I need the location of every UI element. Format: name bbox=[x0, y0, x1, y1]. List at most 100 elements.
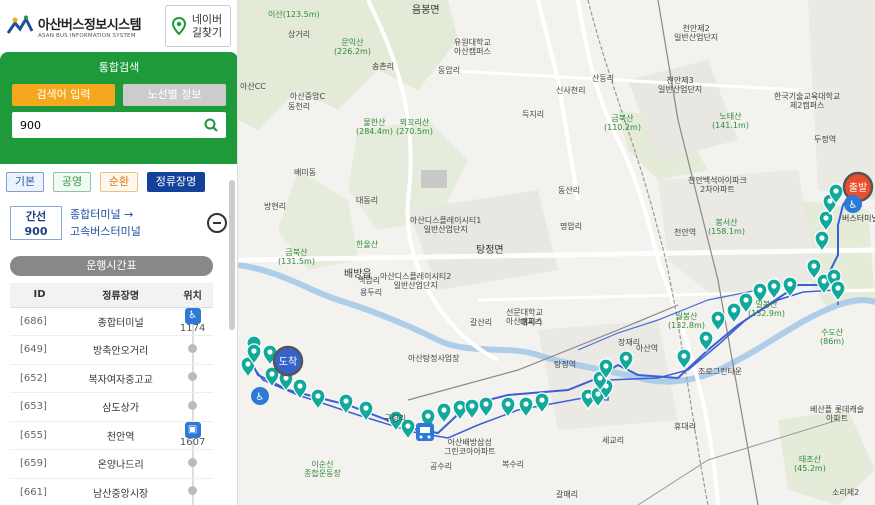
route-direction[interactable]: 종합터미널 → 고속버스터미널 bbox=[70, 206, 199, 240]
filter-stop-name[interactable]: 정류장명 bbox=[147, 172, 205, 192]
map-label: 천안역 bbox=[674, 228, 697, 237]
search-field bbox=[12, 112, 226, 138]
map-label: 천안백석아이파크 2차아파트 bbox=[688, 176, 747, 194]
svg-text:♿: ♿ bbox=[256, 392, 265, 403]
map-label: 음봉면 bbox=[412, 5, 440, 16]
stop-id: [659] bbox=[10, 449, 70, 479]
map-view[interactable]: 출발 도착 ♿ ♿ 버스터미널 bbox=[238, 0, 875, 505]
tab-route-info[interactable]: 노선별 정보 bbox=[123, 84, 226, 106]
stop-position bbox=[172, 449, 213, 479]
route-to: 고속버스터미널 bbox=[70, 225, 141, 238]
collapse-icon[interactable] bbox=[207, 213, 227, 233]
map-label: 두정역 bbox=[814, 135, 837, 144]
svg-text:♿: ♿ bbox=[849, 200, 858, 211]
stop-position: ▣ 1607 bbox=[172, 421, 213, 450]
bus-icon[interactable] bbox=[416, 423, 434, 441]
timetable-button[interactable]: 운행시간표 bbox=[10, 256, 213, 276]
table-row[interactable]: [659] 온양나드리 bbox=[10, 449, 213, 479]
wheelchair-icon: ♿ bbox=[844, 195, 862, 213]
stop-position: ♿ 1174 bbox=[172, 307, 213, 336]
column-header-stop-name: 정류장명 bbox=[69, 283, 173, 308]
map-label: 조로그린타운 bbox=[698, 367, 743, 376]
stop-position bbox=[172, 335, 213, 365]
map-label: 이산(123.5m) bbox=[268, 10, 320, 19]
scrollbar[interactable] bbox=[229, 180, 235, 330]
map-label: 아산탕정사업장 bbox=[408, 354, 460, 363]
stop-name[interactable]: 복자여자중고교 bbox=[69, 364, 173, 393]
map-label: 세교리 bbox=[602, 436, 625, 445]
map-label: 아산디스플레이시티2 일반산업단지 bbox=[380, 272, 452, 290]
column-header-id: ID bbox=[10, 283, 70, 308]
table-row[interactable]: [652] 복자여자중고교 bbox=[10, 364, 213, 393]
start-badge-label: 출발 bbox=[849, 182, 867, 194]
bus-icon[interactable]: ▣ bbox=[184, 422, 201, 439]
map-label: 백암리 bbox=[358, 276, 381, 285]
map-label: 방현리 bbox=[264, 202, 287, 211]
map-label: 한국기술교육대학교 제2캠퍼스 bbox=[774, 92, 841, 110]
tab-keyword-search[interactable]: 검색어 입력 bbox=[12, 84, 115, 106]
map-label: 매곡리 bbox=[520, 318, 543, 327]
naver-directions-button[interactable]: 네이버 길찾기 bbox=[165, 5, 231, 47]
map-label: 수도산 (86m) bbox=[820, 328, 845, 346]
table-row[interactable]: [686] 종합터미널 ♿ 1174 bbox=[10, 307, 213, 336]
stop-id: [655] bbox=[10, 421, 70, 450]
map-label: 복수리 bbox=[502, 460, 525, 469]
stops-table: ID 정류장명 위치 [686] 종합터미널 ♿ 1174 [649] 방축안오거리 [65… bbox=[10, 283, 213, 505]
table-row[interactable]: [649] 방축안오거리 bbox=[10, 335, 213, 365]
map-label: 명암리 bbox=[560, 222, 583, 231]
map-label: 유원대학교 아산캠퍼스 bbox=[454, 38, 491, 56]
map-label: 아산중앙C bbox=[290, 92, 326, 101]
stop-name[interactable]: 온양나드리 bbox=[69, 449, 173, 479]
terminal-label: 버스터미널 bbox=[842, 213, 875, 223]
map-label: 휴대리 bbox=[674, 422, 697, 431]
filter-circular[interactable]: 순환 bbox=[100, 172, 138, 192]
table-row[interactable]: [655] 천안역 ▣ 1607 bbox=[10, 421, 213, 450]
table-row[interactable]: [653] 삼도상가 bbox=[10, 392, 213, 422]
map-label: 일봉산 (132.9m) bbox=[748, 300, 785, 318]
logo[interactable]: 아산버스정보시스템 ASAN BUS INFORMATION SYSTEM bbox=[6, 14, 142, 39]
filter-public[interactable]: 공영 bbox=[53, 172, 91, 192]
map-label: 동산리 bbox=[558, 186, 581, 195]
map-label: 태조산 (45.2m) bbox=[794, 455, 826, 473]
stop-name[interactable]: 천안역 bbox=[69, 421, 173, 450]
map-label: 아산CC bbox=[240, 82, 266, 91]
search-icon[interactable] bbox=[204, 118, 218, 132]
filter-basic[interactable]: 기본 bbox=[6, 172, 44, 192]
map-label: 상거리 bbox=[288, 30, 311, 39]
table-row[interactable]: [661] 남산중앙시장 bbox=[10, 478, 213, 505]
map-label: 동천리 bbox=[288, 102, 311, 111]
search-title: 통합검색 bbox=[98, 61, 140, 74]
map-label: 득지리 bbox=[522, 110, 545, 119]
map-label: 소리제2 bbox=[832, 488, 860, 497]
column-header-position: 위치 bbox=[172, 283, 213, 308]
stop-position bbox=[172, 478, 213, 505]
stop-name[interactable]: 삼도상가 bbox=[69, 392, 173, 422]
logo-icon bbox=[6, 15, 34, 37]
map-label: 노태산 (141.1m) bbox=[712, 112, 749, 130]
filter-tabs: 기본 공영 순환 정류장명 bbox=[0, 164, 237, 192]
end-badge[interactable]: 도착 bbox=[272, 345, 304, 377]
route-from: 종합터미널 → bbox=[70, 208, 134, 221]
logo-title: 아산버스정보시스템 bbox=[38, 17, 142, 33]
map-label: 아산배방삼성 그린코아아파트 bbox=[444, 438, 496, 456]
stop-dot-icon bbox=[188, 486, 198, 496]
map-pin-icon bbox=[172, 17, 186, 35]
stop-name[interactable]: 남산중앙시장 bbox=[69, 478, 173, 505]
wheelchair-bus-icon[interactable]: ♿ bbox=[184, 308, 201, 325]
map-label: 월봉산 (132.8m) bbox=[668, 312, 705, 330]
wheelchair-icon: ♿ bbox=[251, 387, 269, 405]
map-label: 천안제3 일반산업단지 bbox=[658, 76, 703, 94]
stop-name[interactable]: 종합터미널 bbox=[69, 307, 173, 336]
stop-id: [653] bbox=[10, 392, 70, 422]
stop-dot-icon bbox=[188, 372, 198, 382]
bus-vehicle-number: 1174 bbox=[179, 323, 206, 335]
route-badge: 간선 900 bbox=[10, 206, 62, 240]
stop-dot-icon bbox=[188, 400, 198, 410]
map-label: 봉서산 (158.1m) bbox=[708, 218, 745, 236]
map-label: 탕정역 bbox=[554, 360, 577, 369]
map-label: 용두리 bbox=[360, 288, 383, 297]
stop-name[interactable]: 방축안오거리 bbox=[69, 335, 173, 365]
search-input[interactable] bbox=[20, 118, 204, 132]
map-label: 아산역 bbox=[636, 344, 659, 353]
map-label: 구령리 bbox=[384, 414, 407, 423]
